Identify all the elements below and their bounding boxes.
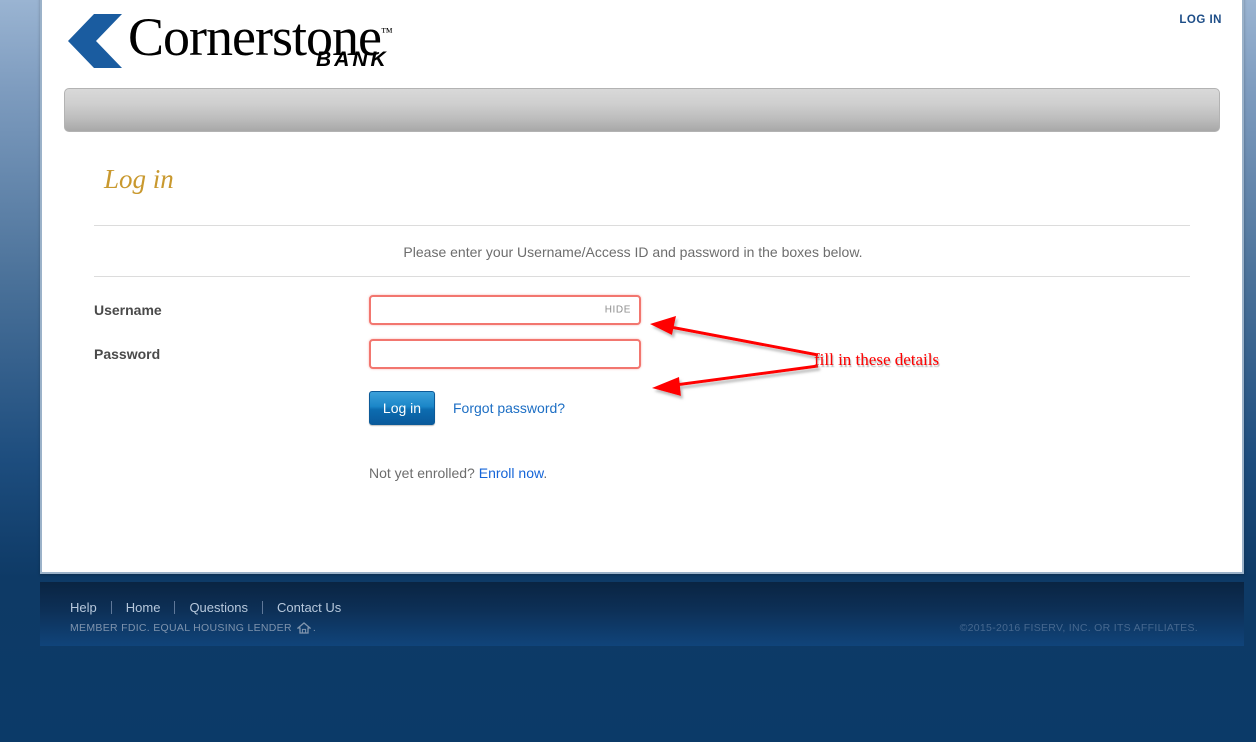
page-background: Cornerstone™ BANK LOG IN Log in Please e… [0, 0, 1256, 742]
form-instruction: Please enter your Username/Access ID and… [403, 244, 863, 260]
form-actions: Log in Forgot password? [369, 391, 1190, 425]
header-login-link[interactable]: LOG IN [1179, 14, 1222, 26]
divider-bottom [94, 276, 1190, 277]
footer-legal-text: MEMBER FDIC. EQUAL HOUSING LENDER [70, 622, 292, 634]
footer-links: Help Home Questions Contact Us [70, 600, 355, 615]
enroll-line: Not yet enrolled? Enroll now. [369, 465, 1190, 481]
app-panel: Cornerstone™ BANK LOG IN Log in Please e… [40, 0, 1244, 574]
footer-link-contact-us[interactable]: Contact Us [263, 600, 355, 615]
password-label: Password [94, 346, 161, 362]
footer-link-questions[interactable]: Questions [175, 600, 262, 615]
login-form: Please enter your Username/Access ID and… [94, 225, 1190, 481]
footer-copyright: ©2015-2016 FISERV, INC. OR ITS AFFILIATE… [959, 622, 1198, 634]
brand-subtitle: BANK [316, 48, 389, 71]
forgot-password-link[interactable]: Forgot password? [453, 400, 565, 416]
page-title: Log in [104, 164, 174, 194]
footer-legal-suffix: . [312, 622, 317, 634]
brand-logo[interactable]: Cornerstone™ BANK [66, 4, 393, 71]
footer-link-home[interactable]: Home [112, 600, 175, 615]
trademark-symbol: ™ [380, 25, 393, 39]
enroll-suffix: . [543, 465, 548, 481]
main-content: Log in Please enter your Username/Access… [42, 164, 1242, 481]
equal-housing-lender-icon [296, 622, 311, 634]
username-input-wrapper[interactable]: HIDE [369, 295, 641, 325]
site-header: Cornerstone™ BANK LOG IN [42, 0, 1242, 88]
enroll-prefix: Not yet enrolled? [369, 465, 479, 481]
footer-link-help[interactable]: Help [70, 600, 111, 615]
navigation-bar[interactable] [64, 88, 1220, 132]
annotation-text: fill in these details [814, 350, 940, 369]
username-label: Username [94, 302, 162, 318]
chevron-logo-mark-icon [68, 14, 122, 68]
password-input-wrapper[interactable] [369, 339, 641, 369]
username-row: Username HIDE [94, 295, 1190, 325]
footer-legal: MEMBER FDIC. EQUAL HOUSING LENDER . [70, 622, 316, 634]
password-row: Password [94, 339, 1190, 369]
site-footer: Help Home Questions Contact Us MEMBER FD… [40, 582, 1244, 646]
username-hide-toggle[interactable]: HIDE [605, 305, 631, 316]
enroll-now-link[interactable]: Enroll now [479, 465, 544, 481]
brand-wordmark: Cornerstone™ BANK [128, 4, 393, 71]
password-input[interactable] [371, 341, 639, 367]
username-input[interactable] [371, 297, 639, 323]
login-button[interactable]: Log in [369, 391, 435, 425]
